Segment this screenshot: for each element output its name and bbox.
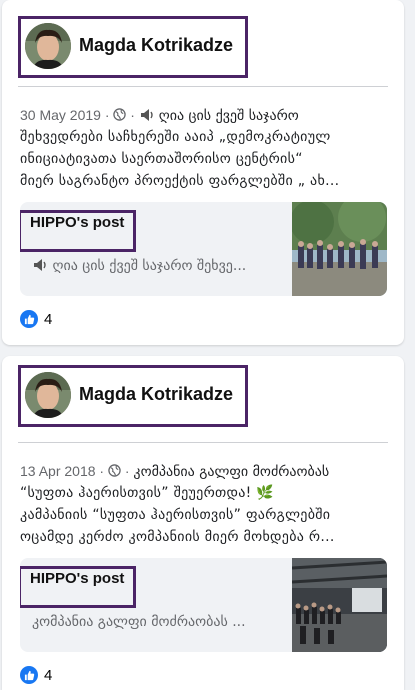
reaction-count: 4 xyxy=(44,666,53,684)
author-name[interactable]: Magda Kotrikadze xyxy=(79,384,233,405)
author-name[interactable]: Magda Kotrikadze xyxy=(79,35,233,56)
shared-post-title[interactable]: HIPPO's post xyxy=(30,570,124,587)
separator: · xyxy=(104,107,110,123)
post-text-line: ოცამდე კერძო კომპანიის მიერ მოხდება რ... xyxy=(20,529,335,545)
shared-post-snippet: ღია ცის ქვეშ საჯარო შეხვე... xyxy=(32,258,280,274)
shared-post-preview[interactable]: HIPPO's post კომპანია გალფი მოძრაობას ..… xyxy=(20,558,387,652)
globe-icon xyxy=(108,464,121,477)
reactions-summary[interactable]: 4 xyxy=(20,310,52,328)
shared-post-preview[interactable]: HIPPO's post ღია ცის ქვეშ საჯარო შეხვე..… xyxy=(20,202,387,296)
post-date[interactable]: 13 Apr 2018 xyxy=(20,463,96,479)
post-meta: 13 Apr 2018 · · კომპანია გალფი მოძრაობას xyxy=(20,463,330,480)
post-author-header[interactable]: Magda Kotrikadze xyxy=(18,16,248,78)
divider xyxy=(18,442,388,443)
separator: · xyxy=(99,463,105,479)
divider xyxy=(18,86,388,87)
speaker-icon xyxy=(34,259,46,271)
shared-post-thumbnail[interactable] xyxy=(292,558,387,652)
like-icon xyxy=(20,310,38,328)
post-text-line: ღია ცის ქვეშ საჯარო xyxy=(158,108,299,124)
post-text-line: კამპანიის “სუფთა ჰაერისთვის” ფარგლებში xyxy=(20,507,331,523)
post-card: Magda Kotrikadze 13 Apr 2018 · · კომპანი… xyxy=(2,356,404,690)
post-text-line: მიერ საგრანტო პროექტის ფარგლებში „ ახ... xyxy=(20,173,340,189)
post-meta: 30 May 2019 · · ღია ცის ქვეშ საჯარო xyxy=(20,107,299,124)
shared-post-snippet: კომპანია გალფი მოძრაობას ... xyxy=(32,614,246,630)
shared-post-thumbnail[interactable] xyxy=(292,202,387,296)
post-text-line: ინიციატივათა საერთაშორისო ცენტრის“ xyxy=(20,151,303,167)
avatar[interactable] xyxy=(25,23,71,69)
globe-icon xyxy=(113,108,127,121)
shared-post-title[interactable]: HIPPO's post xyxy=(30,214,124,231)
like-icon xyxy=(20,666,38,684)
post-card: Magda Kotrikadze 30 May 2019 · · ღია ცის… xyxy=(2,0,404,345)
reactions-summary[interactable]: 4 xyxy=(20,666,52,684)
post-text-line: “სუფთა ჰაერისთვის” შეუერთდა! 🌿 xyxy=(20,485,275,501)
reaction-count: 4 xyxy=(44,310,53,328)
post-date[interactable]: 30 May 2019 xyxy=(20,107,101,123)
avatar[interactable] xyxy=(25,372,71,418)
post-text-line: კომპანია გალფი მოძრაობას xyxy=(133,464,330,480)
speaker-icon xyxy=(140,109,153,121)
post-author-header[interactable]: Magda Kotrikadze xyxy=(18,365,248,427)
post-text-line: შეხვედრები საჩხერეში ააიპ „დემოკრატიულ xyxy=(20,129,331,145)
